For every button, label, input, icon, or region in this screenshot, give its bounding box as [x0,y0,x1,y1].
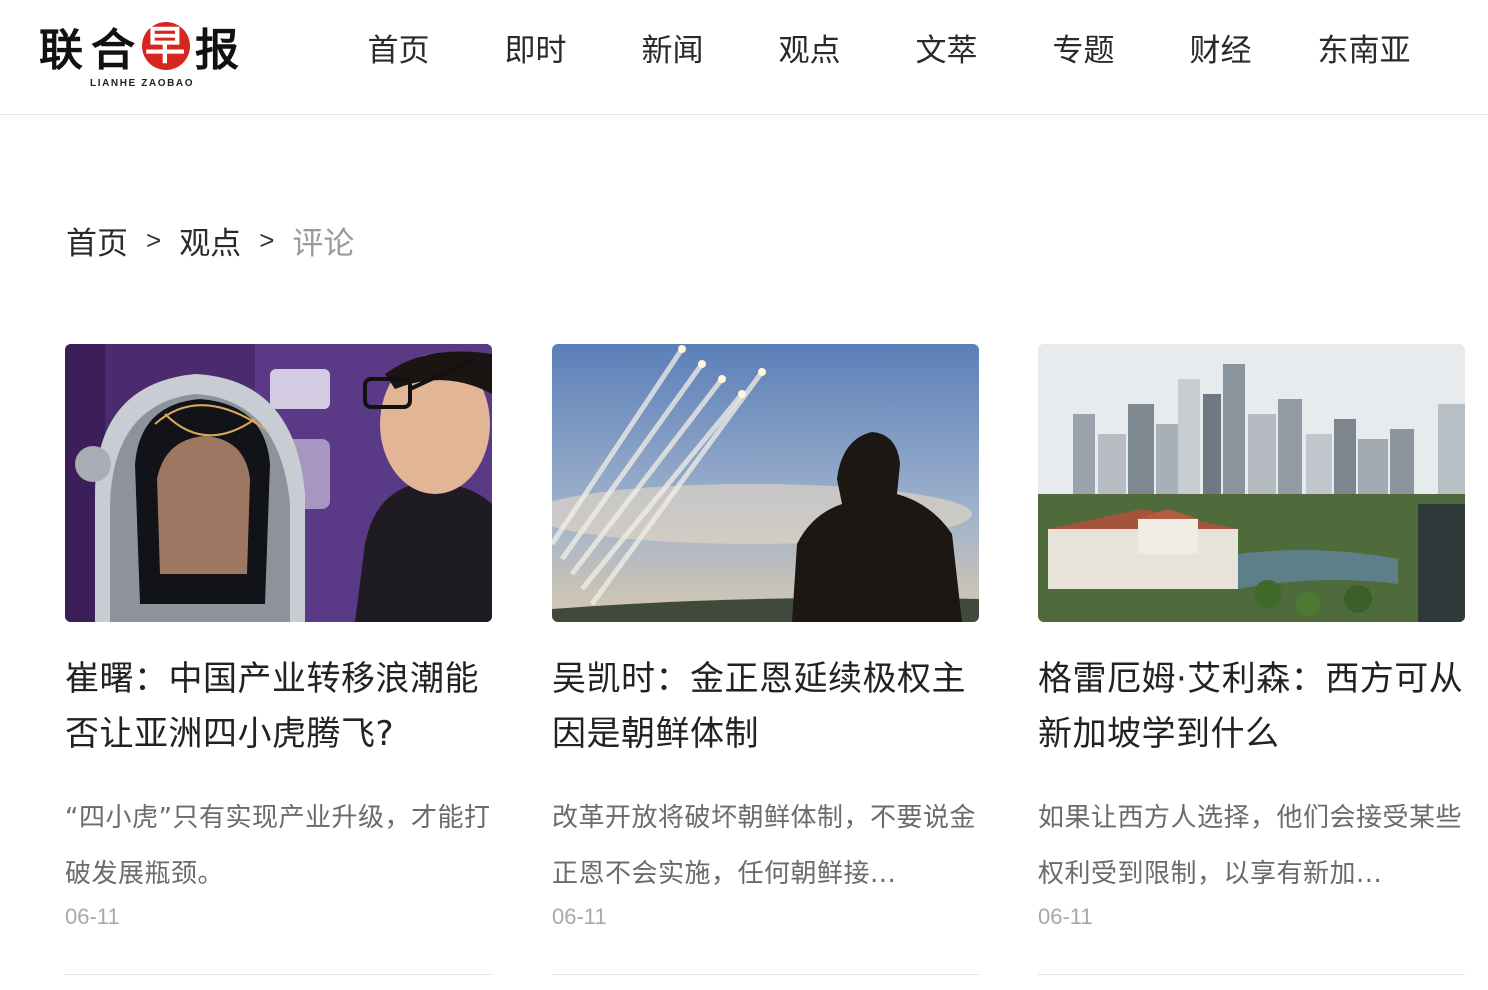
breadcrumb-home[interactable]: 首页 [66,218,128,263]
missile-launch-photo [552,344,979,622]
article-thumbnail[interactable] [1038,344,1465,622]
logo-char: 联 [39,25,85,76]
article-summary: 如果让西方人选择，他们会接受某些权利受到限制，以享有新加... [1038,803,1463,889]
site-header: 联 合 早 报 LIANHE ZAOBAO 首页 即时 新闻 观点 文萃 专题 … [0,0,1488,115]
nav-item-finance[interactable]: 财经 [1152,28,1289,74]
article-card[interactable]: 格雷厄姆·艾利森：西方可从新加坡学到什么 如果让西方人选择，他们会接受某些权利受… [1038,344,1465,975]
nav-item-realtime[interactable]: 即时 [467,28,604,74]
article-thumbnail[interactable] [552,344,979,622]
logo-red-circle-char: 早 [140,20,192,72]
article-date: 06-11 [65,904,120,929]
breadcrumb-separator: > [259,224,275,255]
logo-wordmark: 联 合 早 报 [36,18,244,76]
article-title[interactable]: 崔曙：中国产业转移浪潮能否让亚洲四小虎腾飞? [65,652,492,764]
article-title[interactable]: 格雷厄姆·艾利森：西方可从新加坡学到什么 [1038,652,1465,764]
card-divider [65,974,492,975]
card-divider [552,974,979,975]
nav-item-news[interactable]: 新闻 [604,28,741,74]
site-logo[interactable]: 联 合 早 报 LIANHE ZAOBAO [36,18,266,93]
article-card[interactable]: 崔曙：中国产业转移浪潮能否让亚洲四小虎腾飞? “四小虎”只有实现产业升级，才能打… [65,344,492,975]
article-thumbnail[interactable] [65,344,492,622]
card-divider [1038,974,1465,975]
main-nav: 首页 即时 新闻 观点 文萃 专题 财经 东南亚 [330,28,1439,74]
breadcrumb-section[interactable]: 观点 [179,218,241,263]
logo-char: 早 [145,22,187,69]
article-title[interactable]: 吴凯时：金正恩延续极权主因是朝鲜体制 [552,652,979,764]
nav-item-digest[interactable]: 文萃 [878,28,1015,74]
nav-item-special[interactable]: 专题 [1015,28,1152,74]
breadcrumb-current: 评论 [292,225,355,262]
article-summary: “四小虎”只有实现产业升级，才能打破发展瓶颈。 [65,803,491,889]
breadcrumb: 首页 > 观点 > 评论 [66,218,354,262]
logo-char: 合 [91,25,137,76]
nav-item-southeast-asia[interactable]: 东南亚 [1289,28,1439,74]
logo-english-name: LIANHE ZAOBAO [90,78,195,89]
article-summary: 改革开放将破坏朝鲜体制，不要说金正恩不会实施，任何朝鲜接... [552,803,977,889]
logo-char: 报 [195,25,241,76]
nav-item-opinion[interactable]: 观点 [741,28,878,74]
article-date: 06-11 [1038,904,1093,929]
article-date: 06-11 [552,904,607,929]
article-card[interactable]: 吴凯时：金正恩延续极权主因是朝鲜体制 改革开放将破坏朝鲜体制，不要说金正恩不会实… [552,344,979,975]
nav-item-home[interactable]: 首页 [330,28,467,74]
singapore-skyline-photo [1038,344,1465,622]
breadcrumb-separator: > [146,224,162,255]
robot-helmet-photo [65,344,492,622]
